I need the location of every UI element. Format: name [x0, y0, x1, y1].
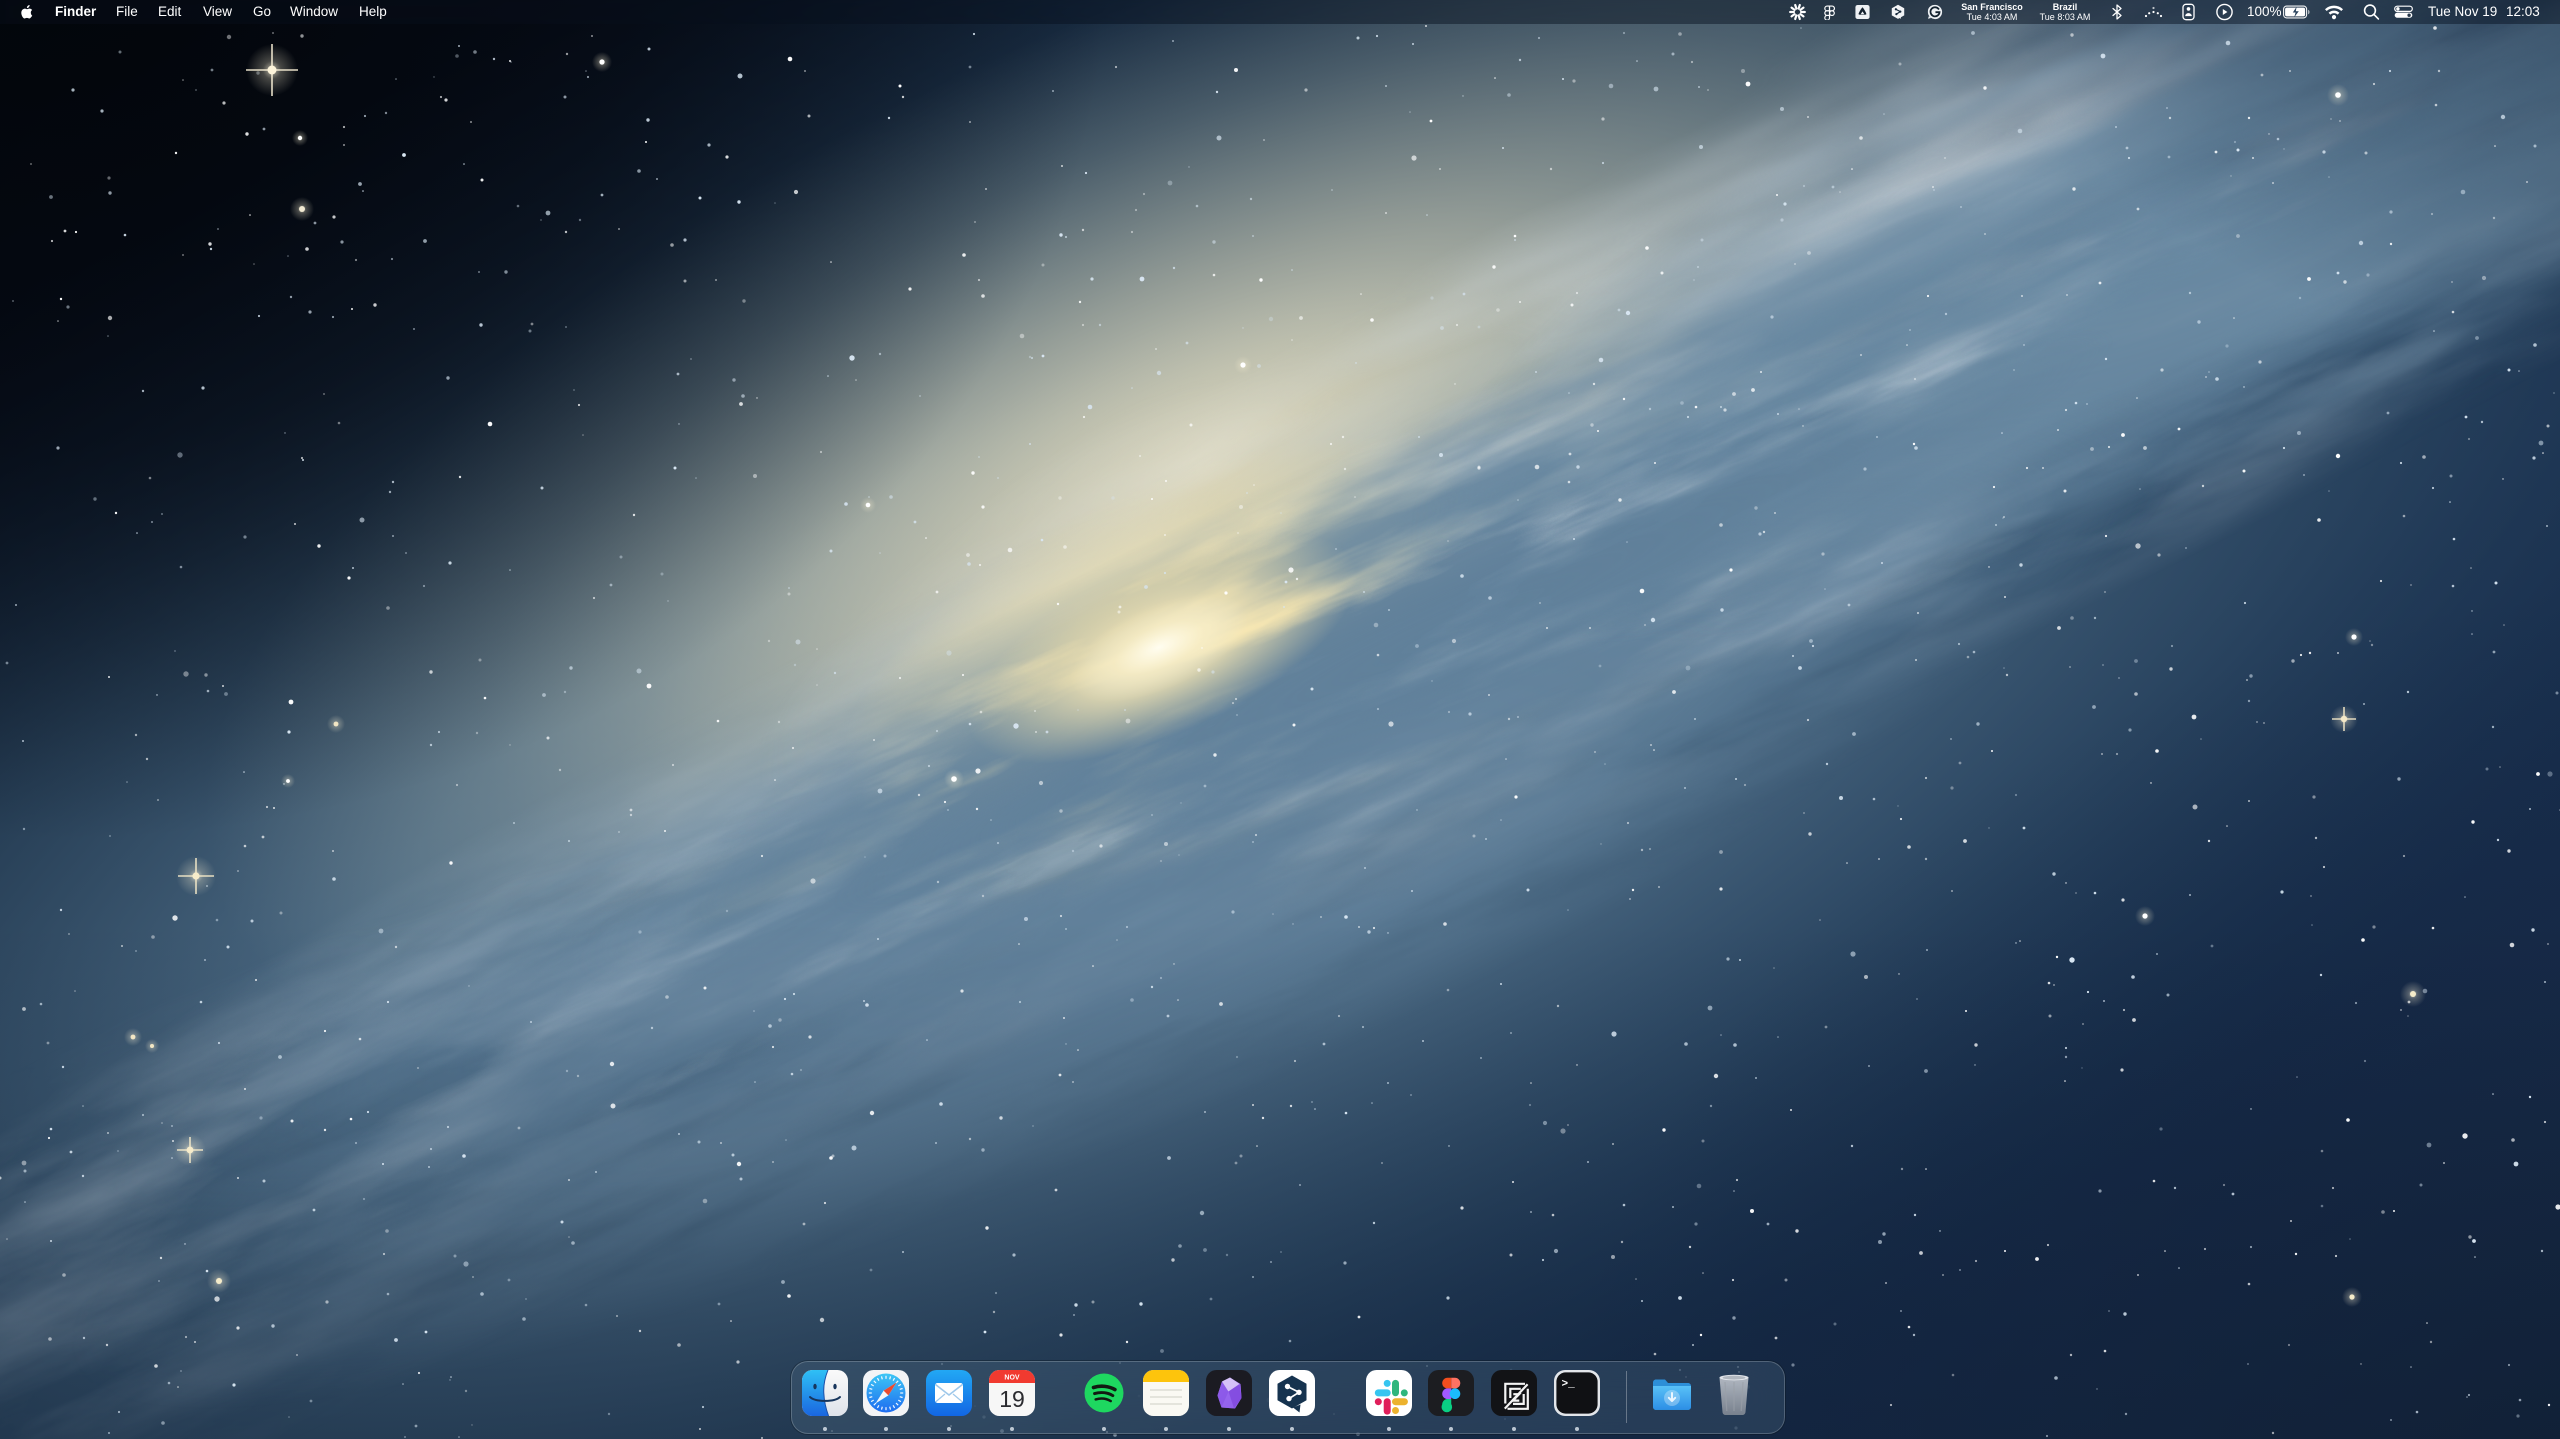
svg-text:>_: >_ — [1562, 1379, 1576, 1391]
svg-text:NOV: NOV — [1004, 1375, 1020, 1382]
svg-text:19: 19 — [999, 1386, 1025, 1412]
